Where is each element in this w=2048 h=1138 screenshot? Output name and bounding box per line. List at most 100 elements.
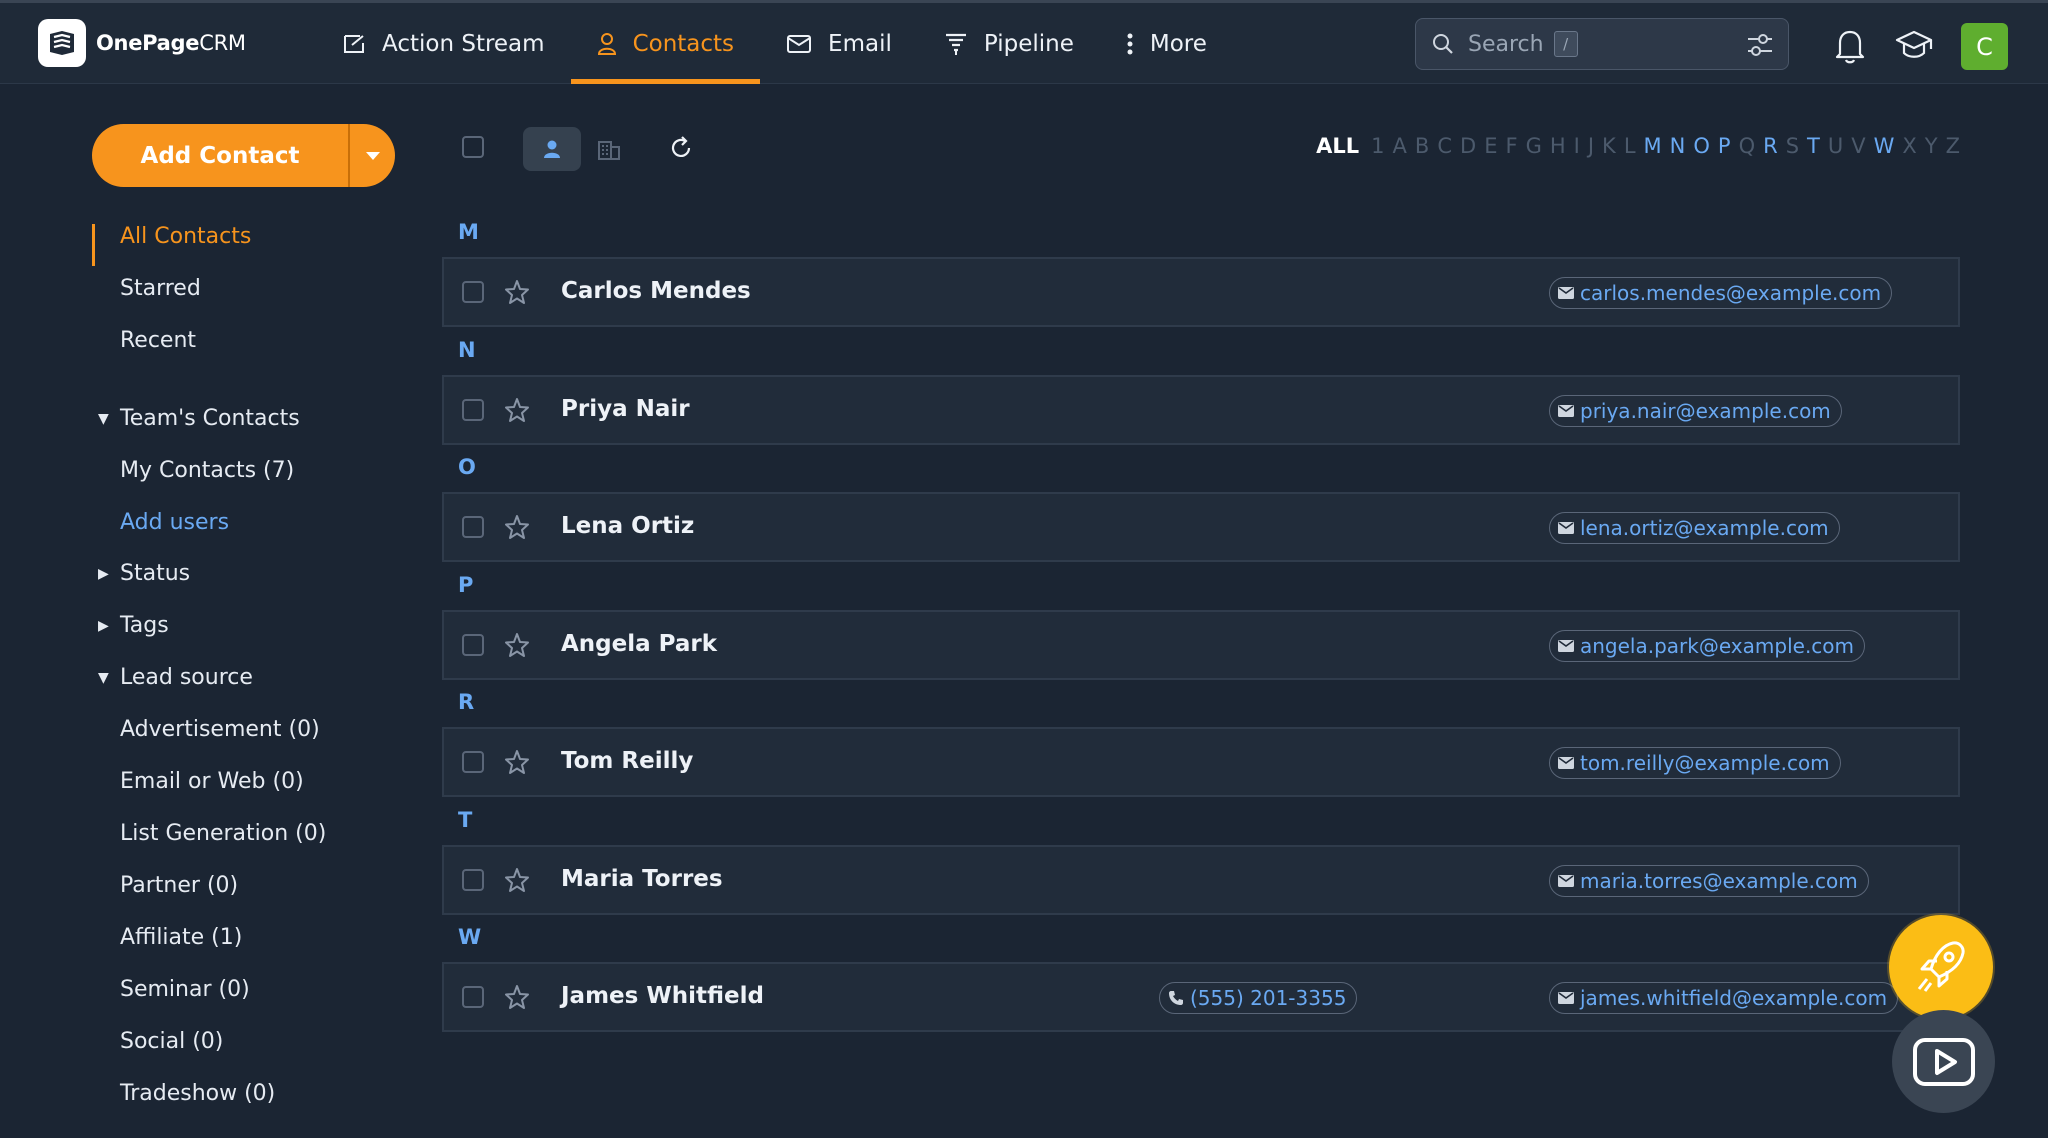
sidebar-item-lead-source[interactable]: Email or Web (0) — [120, 769, 304, 794]
contact-row[interactable]: Maria Torres maria.torres@example.com — [442, 844, 1960, 915]
graduation-cap-icon[interactable] — [1895, 29, 1933, 61]
contact-name[interactable]: Lena Ortiz — [561, 513, 694, 539]
sidebar-item-lead-source[interactable]: Partner (0) — [120, 873, 238, 898]
star-outline-icon[interactable] — [504, 514, 530, 540]
alpha-letter[interactable]: U — [1828, 134, 1843, 158]
contact-name[interactable]: Priya Nair — [561, 396, 690, 422]
contact-row[interactable]: Priya Nair priya.nair@example.com — [442, 374, 1960, 445]
star-outline-icon[interactable] — [504, 397, 530, 423]
contact-row[interactable]: Lena Ortiz lena.ortiz@example.com — [442, 492, 1960, 562]
add-contact-dropdown-button[interactable] — [350, 151, 395, 161]
video-tutorial-button[interactable] — [1892, 1010, 1995, 1113]
email-chip[interactable]: james.whitfield@example.com — [1549, 982, 1899, 1014]
alpha-letter[interactable]: G — [1526, 134, 1542, 158]
people-view-button[interactable] — [523, 127, 581, 171]
row-checkbox[interactable] — [462, 516, 484, 538]
contact-name[interactable]: James Whitfield — [561, 983, 764, 1009]
bell-icon[interactable] — [1833, 27, 1867, 65]
star-outline-icon[interactable] — [504, 749, 530, 775]
alpha-letter[interactable]: S — [1786, 134, 1799, 158]
alpha-letter[interactable]: B — [1415, 134, 1429, 158]
row-checkbox[interactable] — [462, 281, 484, 303]
alpha-letter[interactable]: J — [1588, 134, 1594, 158]
row-checkbox[interactable] — [462, 398, 484, 421]
email-chip[interactable]: maria.torres@example.com — [1549, 864, 1869, 897]
sidebar-item-all-contacts[interactable]: All Contacts — [120, 224, 251, 249]
sidebar-item-recent[interactable]: Recent — [120, 328, 196, 353]
email-chip[interactable]: priya.nair@example.com — [1549, 394, 1842, 427]
email-chip[interactable]: carlos.mendes@example.com — [1549, 277, 1893, 309]
onboarding-rocket-button[interactable] — [1889, 915, 1993, 1019]
contact-name[interactable]: Carlos Mendes — [561, 278, 751, 304]
contact-name[interactable]: Angela Park — [561, 631, 717, 657]
alpha-letter[interactable]: P — [1718, 134, 1731, 158]
star-outline-icon[interactable] — [504, 279, 530, 305]
alpha-letter[interactable]: Y — [1925, 134, 1938, 158]
alpha-letter[interactable]: R — [1763, 134, 1778, 158]
select-all-checkbox[interactable] — [462, 136, 484, 158]
alpha-letter[interactable]: V — [1851, 134, 1865, 158]
sidebar-item-my-contacts[interactable]: My Contacts (7) — [120, 458, 294, 483]
nav-more[interactable]: More — [1100, 3, 1233, 84]
alpha-letter[interactable]: N — [1670, 134, 1686, 158]
email-chip[interactable]: tom.reilly@example.com — [1549, 747, 1841, 779]
app-logo[interactable]: OnePageCRM — [38, 19, 246, 67]
sidebar-item-lead-source[interactable]: Seminar (0) — [120, 977, 250, 1002]
star-outline-icon[interactable] — [504, 984, 530, 1010]
alpha-letter[interactable]: L — [1624, 134, 1636, 158]
refresh-icon[interactable] — [668, 135, 694, 161]
sidebar-group-team-contacts[interactable]: ▼ Team's Contacts — [98, 406, 300, 431]
add-contact-button[interactable]: Add Contact — [92, 143, 348, 169]
building-icon[interactable] — [597, 138, 621, 160]
sidebar-item-lead-source[interactable]: Affiliate (1) — [120, 925, 242, 950]
filter-sliders-icon[interactable] — [1746, 32, 1774, 58]
row-checkbox[interactable] — [462, 868, 484, 891]
sidebar-group-tags[interactable]: ▶ Tags — [98, 613, 169, 638]
nav-action-stream[interactable]: Action Stream — [330, 3, 571, 84]
row-checkbox[interactable] — [462, 986, 484, 1008]
sidebar-item-lead-source[interactable]: List Generation (0) — [120, 821, 326, 846]
alpha-letter[interactable]: H — [1550, 134, 1566, 158]
row-checkbox[interactable] — [462, 633, 484, 656]
sidebar-item-lead-source[interactable]: Advertisement (0) — [120, 717, 320, 742]
sidebar-item-lead-source[interactable]: Social (0) — [120, 1029, 223, 1054]
avatar[interactable]: C — [1961, 23, 2008, 70]
alpha-letter[interactable]: C — [1437, 134, 1452, 158]
star-outline-icon[interactable] — [504, 632, 530, 658]
nav-contacts[interactable]: Contacts — [570, 3, 761, 84]
alpha-letter[interactable]: Q — [1739, 134, 1756, 158]
contact-row[interactable]: Tom Reilly tom.reilly@example.com — [442, 727, 1960, 797]
alpha-letter[interactable]: X — [1902, 134, 1916, 158]
alpha-letter[interactable]: Z — [1946, 134, 1960, 158]
alpha-letter[interactable]: A — [1393, 134, 1407, 158]
nav-email[interactable]: Email — [760, 3, 918, 84]
sidebar-item-lead-source[interactable]: Tradeshow (0) — [120, 1081, 275, 1106]
alpha-letter[interactable]: D — [1460, 134, 1476, 158]
row-checkbox[interactable] — [462, 751, 484, 773]
email-chip[interactable]: lena.ortiz@example.com — [1549, 512, 1840, 544]
alpha-all[interactable]: ALL — [1316, 134, 1359, 158]
contact-row[interactable]: James Whitfield (555) 201-3355 james.whitf… — [442, 962, 1960, 1032]
alpha-letter[interactable]: M — [1644, 134, 1662, 158]
contact-row[interactable]: Carlos Mendes carlos.mendes@example.com — [442, 257, 1960, 327]
phone-chip[interactable]: (555) 201-3355 — [1159, 982, 1358, 1014]
alpha-letter[interactable]: I — [1574, 134, 1580, 158]
alpha-letter[interactable]: T — [1807, 134, 1820, 158]
sidebar-group-status[interactable]: ▶ Status — [98, 561, 190, 586]
sidebar-link-add-users[interactable]: Add users — [120, 510, 229, 535]
alpha-letter[interactable]: F — [1505, 134, 1517, 158]
sidebar-item-starred[interactable]: Starred — [120, 276, 201, 301]
search-input[interactable]: Search / — [1415, 18, 1789, 70]
alpha-letter[interactable]: 1 — [1371, 134, 1384, 158]
alpha-letter[interactable]: K — [1602, 134, 1616, 158]
alpha-letter[interactable]: E — [1484, 134, 1497, 158]
alpha-letter[interactable]: O — [1693, 134, 1710, 158]
contact-name[interactable]: Maria Torres — [561, 866, 723, 892]
sidebar-group-lead-source[interactable]: ▼ Lead source — [98, 665, 253, 690]
star-outline-icon[interactable] — [504, 867, 530, 893]
contact-row[interactable]: Angela Park angela.park@example.com — [442, 609, 1960, 680]
contact-name[interactable]: Tom Reilly — [561, 748, 693, 774]
nav-pipeline[interactable]: Pipeline — [918, 3, 1100, 84]
alpha-letter[interactable]: W — [1874, 134, 1895, 158]
email-chip[interactable]: angela.park@example.com — [1549, 629, 1866, 662]
